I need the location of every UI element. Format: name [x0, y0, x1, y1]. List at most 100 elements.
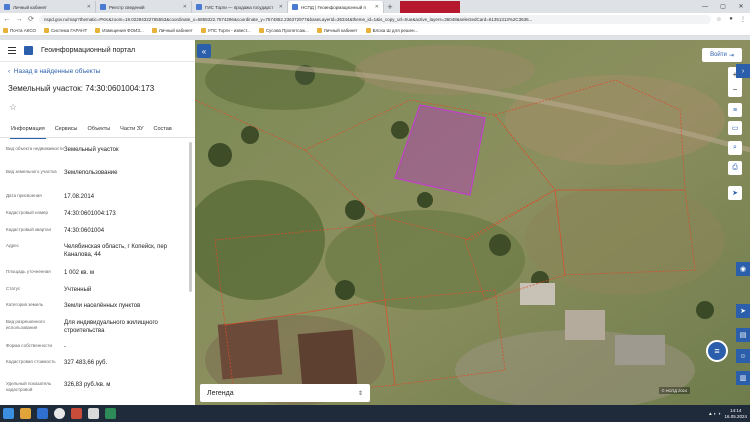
side-dock: › ◉ ➤ ▤ ☺ ▥ [736, 62, 750, 405]
field-key: Дата присвоения [6, 193, 42, 198]
bookmark-item[interactable]: Блоха Ш для решен... [365, 27, 418, 33]
dock-doc-button[interactable]: ▤ [736, 328, 750, 342]
field-value: Земли населённых пунктов [64, 303, 141, 309]
field-value: 17.08.2014 [64, 194, 95, 200]
tab-objects[interactable]: Объекты [82, 124, 115, 138]
bookmark-item[interactable]: Почта АКСО [3, 27, 36, 33]
minimize-icon[interactable]: — [696, 0, 714, 13]
app-title: Геоинформационный портал [41, 47, 136, 54]
hamburger-icon[interactable] [8, 47, 16, 54]
field-value: - [64, 344, 66, 350]
bookmark-item[interactable]: Извещения ФОИЗ... [95, 27, 144, 33]
field-key: Адрес [6, 243, 19, 248]
tab-services[interactable]: Сервисы [50, 124, 83, 138]
field-value: 326,83 руб./кв. м [64, 382, 111, 388]
browser-tab-active[interactable]: НСПД | Геоинформационный п ✕ [288, 1, 384, 13]
field-key: Удельный показатель кадастровой [6, 381, 52, 392]
extension-tab[interactable] [400, 1, 460, 13]
field-key: Вид разрешенного использования [6, 319, 46, 330]
browser-tab-label: ГИС Торги — продажа государст [205, 4, 274, 10]
chat-button[interactable]: ≡ [706, 340, 728, 362]
dock-more-button[interactable]: ▥ [736, 371, 750, 385]
clock[interactable]: 14:14 16.05.2024 [724, 408, 747, 419]
app-icon[interactable] [71, 408, 82, 419]
clock-date: 16.05.2024 [724, 413, 747, 419]
field-row: Вид разрешенного использования Для индиви… [6, 319, 188, 335]
bookmark-label: УПС Торги - извест... [207, 27, 251, 33]
back-link[interactable]: ‹ Назад в найденные объекты [8, 68, 100, 75]
app-header: Геоинформационный портал [0, 40, 195, 62]
tab-parts[interactable]: Части ЗУ [115, 124, 148, 138]
bookmark-icon [151, 27, 157, 33]
bookmarks-bar: Почта АКСО Система ГАРАНТ Извещения ФОИЗ..… [0, 25, 750, 36]
dock-user-button[interactable]: ☺ [736, 349, 750, 363]
reload-icon[interactable]: ⟳ [27, 15, 35, 23]
panel-scrollbar[interactable] [189, 142, 192, 292]
satellite-map[interactable]: « Войти ⇥ + − ≡ ▭ ⌕ ⎙ ➤ ≡ Легенда ⇕ © НСП… [195, 40, 750, 405]
bookmark-icon [258, 27, 264, 33]
back-icon[interactable]: ← [3, 16, 11, 23]
field-row: Статус Учтенный [6, 286, 188, 294]
url-input[interactable]: nspd.gov.ru/map?thematic=PKK&zoom=19.022… [39, 14, 711, 24]
browser-tab[interactable]: Реестр сведений ✕ [96, 1, 192, 13]
browser-tab[interactable]: Личный кабинет ✕ [0, 1, 96, 13]
excel-icon[interactable] [105, 408, 116, 419]
collapse-panel-button[interactable]: « [197, 44, 211, 58]
favicon-icon [4, 4, 10, 10]
field-key: Статус [6, 286, 21, 291]
field-row: Площадь уточненная 1 002 кв. м [6, 269, 188, 277]
login-label: Войти [710, 52, 727, 58]
maximize-icon[interactable]: ▢ [714, 0, 732, 13]
field-row: Вид объекта недвижимости Земельный участо… [6, 146, 188, 154]
browser-tab-label: Личный кабинет [13, 4, 47, 10]
menu-icon[interactable]: ⋮ [739, 16, 747, 23]
tab-composition[interactable]: Состав [149, 124, 177, 138]
bookmark-item[interactable]: Сусова Пропетсаж... [258, 27, 309, 33]
close-icon[interactable]: ✕ [183, 4, 187, 10]
back-link-label: Назад в найденные объекты [13, 68, 101, 75]
field-key: Вид земельного участка [6, 169, 57, 174]
bookmark-item[interactable]: Личный кабинет [151, 27, 193, 33]
bookmark-item[interactable]: УПС Торги - извест... [200, 27, 251, 33]
field-key: Категория земель [6, 302, 44, 307]
field-row: Адрес Челябинская область, г Копейск, пер… [6, 243, 188, 259]
new-tab-button[interactable]: + [384, 1, 396, 13]
bookmark-star-icon[interactable]: ☆ [715, 16, 723, 23]
field-value: Для индивидуального жилищного строительс… [64, 320, 158, 334]
dock-expand-button[interactable]: › [736, 64, 750, 78]
start-icon[interactable] [3, 408, 14, 419]
profile-icon[interactable]: ● [727, 16, 735, 22]
dock-chat-button[interactable]: ◉ [736, 262, 750, 276]
bookmark-item[interactable]: Личный кабинет [316, 27, 358, 33]
legend-dropdown[interactable]: Легенда ⇕ [200, 384, 370, 402]
map-attribution: © НСПД 2024 [658, 387, 690, 394]
browser-tab[interactable]: ГИС Торги — продажа государст ✕ [192, 1, 288, 13]
window-controls: — ▢ ✕ [696, 0, 750, 13]
close-icon[interactable]: ✕ [87, 4, 91, 10]
bookmark-item[interactable]: Система ГАРАНТ [43, 27, 87, 33]
word-icon[interactable] [37, 408, 48, 419]
close-icon[interactable]: ✕ [279, 4, 283, 10]
field-value: 1 002 кв. м [64, 270, 94, 276]
tab-info[interactable]: Информация [6, 124, 50, 139]
field-value: 327 483,66 руб. [64, 360, 108, 366]
close-window-icon[interactable]: ✕ [732, 0, 750, 13]
app-icon[interactable] [88, 408, 99, 419]
dock-share-button[interactable]: ➤ [736, 304, 750, 318]
favorite-star-icon[interactable]: ☆ [9, 102, 17, 113]
explorer-icon[interactable] [20, 408, 31, 419]
bookmark-icon [3, 27, 8, 33]
browser-tab-bar: Личный кабинет ✕ Реестр сведений ✕ ГИС Тор… [0, 0, 750, 13]
system-tray: ▲ ◐ ◑ 14:14 16.05.2024 [708, 408, 747, 419]
chrome-icon[interactable] [54, 408, 65, 419]
field-row: Форма собственности - [6, 343, 188, 351]
tray-icons[interactable]: ▲ ◐ ◑ [708, 411, 720, 416]
bookmark-icon [95, 27, 101, 33]
field-value: 74:30:0601004 [64, 228, 105, 234]
bookmark-label: Почта АКСО [10, 27, 36, 33]
login-button[interactable]: Войти ⇥ [702, 48, 742, 62]
forward-icon[interactable]: → [15, 16, 23, 23]
close-icon[interactable]: ✕ [375, 4, 379, 10]
field-value: Землепользование [64, 170, 118, 176]
bookmark-icon [365, 27, 371, 33]
